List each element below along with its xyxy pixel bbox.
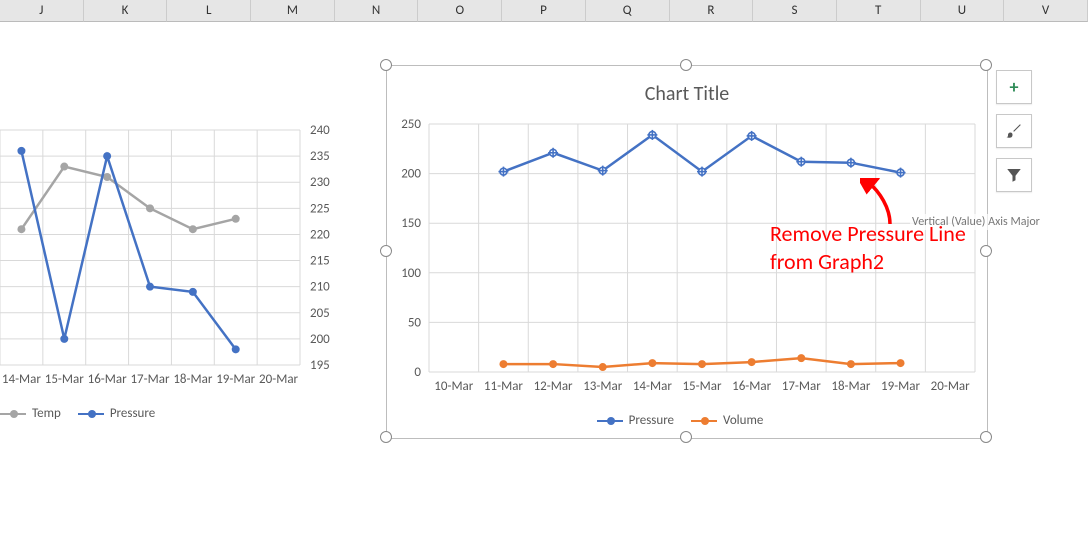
chart-graph1[interactable]: 195 200 205 210 215 220 225 230 235 240 14-Mar 15-M… xyxy=(0,70,365,430)
selection-handle-nw[interactable] xyxy=(380,59,392,71)
column-header-S[interactable]: S xyxy=(753,0,837,22)
svg-text:16-Mar: 16-Mar xyxy=(732,379,771,394)
svg-text:210: 210 xyxy=(310,280,330,295)
svg-text:50: 50 xyxy=(408,315,422,330)
column-header-V[interactable]: V xyxy=(1004,0,1088,22)
selection-handle-se[interactable] xyxy=(980,431,992,443)
annotation-line1: Remove Pressure Line xyxy=(770,220,966,248)
legend-item-pressure2: Pressure xyxy=(597,413,674,428)
chart-side-tools: + xyxy=(996,70,1032,192)
svg-text:205: 205 xyxy=(310,306,330,321)
svg-text:250: 250 xyxy=(401,117,421,132)
selection-handle-s[interactable] xyxy=(680,431,692,443)
svg-text:215: 215 xyxy=(310,254,330,269)
chart-styles-button[interactable] xyxy=(996,114,1032,148)
brush-icon xyxy=(1005,122,1023,140)
svg-text:100: 100 xyxy=(401,266,421,281)
svg-text:14-Mar: 14-Mar xyxy=(2,372,41,387)
svg-text:12-Mar: 12-Mar xyxy=(534,379,573,394)
legend-label-volume: Volume xyxy=(723,413,763,428)
svg-text:19-Mar: 19-Mar xyxy=(881,379,920,394)
column-header-R[interactable]: R xyxy=(670,0,754,22)
svg-text:18-Mar: 18-Mar xyxy=(831,379,870,394)
annotation-text: Remove Pressure Line from Graph2 xyxy=(770,220,966,276)
svg-text:230: 230 xyxy=(310,175,330,190)
svg-text:0: 0 xyxy=(414,365,421,380)
svg-text:200: 200 xyxy=(401,167,421,182)
svg-text:15-Mar: 15-Mar xyxy=(45,372,84,387)
svg-text:15-Mar: 15-Mar xyxy=(682,379,721,394)
column-header-T[interactable]: T xyxy=(837,0,921,22)
svg-text:10-Mar: 10-Mar xyxy=(434,379,473,394)
svg-text:11-Mar: 11-Mar xyxy=(484,379,523,394)
svg-text:13-Mar: 13-Mar xyxy=(583,379,622,394)
svg-text:18-Mar: 18-Mar xyxy=(173,372,212,387)
svg-text:150: 150 xyxy=(401,216,421,231)
chart1-legend: Temp Pressure xyxy=(0,406,365,430)
chart-filter-button[interactable] xyxy=(996,158,1032,192)
legend-label-pressure: Pressure xyxy=(110,406,155,421)
column-header-row: JKLMNOPQRSTUV xyxy=(0,0,1088,22)
svg-text:20-Mar: 20-Mar xyxy=(931,379,970,394)
chart1-canvas: 195 200 205 210 215 220 225 230 235 240 14-Mar 15-M… xyxy=(0,70,365,430)
plus-icon: + xyxy=(1010,76,1019,98)
svg-text:240: 240 xyxy=(310,123,330,138)
svg-text:20-Mar: 20-Mar xyxy=(259,372,298,387)
svg-text:14-Mar: 14-Mar xyxy=(633,379,672,394)
legend-label-temp: Temp xyxy=(32,406,61,421)
svg-text:19-Mar: 19-Mar xyxy=(216,372,255,387)
legend-label-pressure2: Pressure xyxy=(629,413,674,428)
chart2-legend: Pressure Volume xyxy=(387,413,987,428)
svg-text:16-Mar: 16-Mar xyxy=(88,372,127,387)
legend-item-pressure: Pressure xyxy=(78,406,155,421)
column-header-N[interactable]: N xyxy=(335,0,419,22)
annotation-line2: from Graph2 xyxy=(770,248,966,276)
column-header-O[interactable]: O xyxy=(418,0,502,22)
svg-text:195: 195 xyxy=(310,358,330,373)
svg-text:235: 235 xyxy=(310,149,330,164)
column-header-K[interactable]: K xyxy=(84,0,168,22)
funnel-icon xyxy=(1005,166,1023,184)
selection-handle-n[interactable] xyxy=(680,59,692,71)
svg-text:220: 220 xyxy=(310,227,330,242)
column-header-J[interactable]: J xyxy=(0,0,84,22)
selection-handle-ne[interactable] xyxy=(980,59,992,71)
selection-handle-e[interactable] xyxy=(980,245,992,257)
chart2-title[interactable]: Chart Title xyxy=(387,82,987,106)
column-header-L[interactable]: L xyxy=(167,0,251,22)
svg-text:225: 225 xyxy=(310,201,330,216)
column-header-Q[interactable]: Q xyxy=(586,0,670,22)
svg-text:200: 200 xyxy=(310,332,330,347)
column-header-U[interactable]: U xyxy=(921,0,1005,22)
selection-handle-w[interactable] xyxy=(380,245,392,257)
legend-item-volume: Volume xyxy=(691,413,763,428)
legend-item-temp: Temp xyxy=(0,406,61,421)
svg-text:17-Mar: 17-Mar xyxy=(130,372,169,387)
chart-elements-button[interactable]: + xyxy=(996,70,1032,104)
column-header-M[interactable]: M xyxy=(251,0,335,22)
column-header-P[interactable]: P xyxy=(502,0,586,22)
svg-text:17-Mar: 17-Mar xyxy=(782,379,821,394)
selection-handle-sw[interactable] xyxy=(380,431,392,443)
